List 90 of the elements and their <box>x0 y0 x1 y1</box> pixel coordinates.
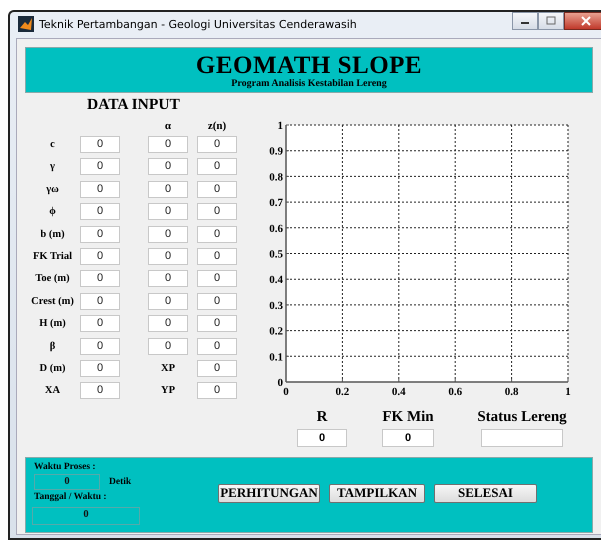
input-field[interactable]: 0 <box>148 136 188 154</box>
app-title: GEOMATH SLOPE <box>196 54 422 78</box>
close-icon <box>580 16 592 26</box>
field-label: D (m) <box>38 362 66 374</box>
field-label: H (m) <box>38 318 67 330</box>
y-tick-label: 0.8 <box>269 171 283 184</box>
field-label: γω <box>45 184 60 195</box>
input-field[interactable]: 0 <box>197 360 237 377</box>
calculate-button[interactable]: PERHITUNGAN <box>218 484 320 502</box>
column-header: z(n) <box>206 120 228 134</box>
field-label: XP <box>160 362 176 374</box>
input-field[interactable]: 0 <box>148 158 188 176</box>
finish-button[interactable]: SELESAI <box>434 484 537 502</box>
field-label: c <box>49 139 56 150</box>
input-field[interactable]: 0 <box>148 203 188 220</box>
input-field[interactable]: 0 <box>197 292 237 310</box>
output-field: 0 <box>32 507 140 525</box>
field-label: γ <box>49 161 56 172</box>
app-icon <box>18 16 34 32</box>
input-field[interactable]: 0 <box>197 203 237 220</box>
x-tick-label: 0.6 <box>448 386 462 398</box>
y-tick-label: 0 <box>278 377 283 389</box>
input-field[interactable]: 0 <box>80 248 120 266</box>
minimize-button[interactable] <box>512 12 538 30</box>
input-field[interactable]: 0 <box>80 292 120 310</box>
field-label: ϕ <box>48 206 57 218</box>
input-field[interactable]: 0 <box>197 338 237 355</box>
field-label: Toe (m) <box>34 273 71 284</box>
input-field[interactable]: 0 <box>148 270 188 288</box>
result-label: R <box>316 409 328 426</box>
input-field[interactable]: 0 <box>197 226 237 243</box>
input-field[interactable]: 0 <box>148 292 188 310</box>
y-tick-label: 0.4 <box>269 274 283 286</box>
field-label: Crest (m) <box>30 296 75 307</box>
result-label: Status Lereng <box>477 409 567 426</box>
input-field[interactable]: 0 <box>80 338 120 355</box>
result-label: FK Min <box>382 409 434 426</box>
x-tick-label: 0.4 <box>392 386 406 398</box>
input-field[interactable]: 0 <box>80 136 120 154</box>
display-button[interactable]: TAMPILKAN <box>329 484 425 502</box>
maximize-button[interactable] <box>538 12 564 30</box>
input-field[interactable]: 0 <box>148 248 188 266</box>
column-header: α <box>164 120 172 134</box>
input-field[interactable]: 0 <box>80 203 120 220</box>
input-field[interactable]: 0 <box>197 136 237 154</box>
input-field[interactable]: 0 <box>80 226 120 243</box>
y-tick-label: 0.5 <box>269 248 283 260</box>
field-label: XA <box>44 385 62 396</box>
section-title: DATA INPUT <box>87 97 180 113</box>
field-label: FK Trial <box>32 251 73 262</box>
app-subtitle: Program Analisis Kestabilan Lereng <box>231 78 387 89</box>
y-tick-label: 1 <box>278 120 283 132</box>
y-tick-label: 0.3 <box>269 300 283 312</box>
output-field: 0 <box>34 474 100 490</box>
input-field[interactable]: 0 <box>148 226 188 243</box>
input-field[interactable]: 0 <box>80 382 120 400</box>
x-tick-label: 1 <box>565 386 571 398</box>
input-field[interactable]: 0 <box>80 158 120 176</box>
field-label: YP <box>160 385 176 396</box>
input-field[interactable]: 0 <box>148 315 188 332</box>
input-field[interactable]: 0 <box>197 315 237 332</box>
maximize-icon <box>545 16 557 26</box>
x-tick-label: 0.2 <box>336 386 350 398</box>
input-field[interactable]: 0 <box>80 270 120 288</box>
close-button[interactable] <box>564 12 601 30</box>
input-field[interactable]: 0 <box>148 180 188 198</box>
input-field[interactable]: 0 <box>80 360 120 377</box>
output-field: 0 <box>297 429 347 447</box>
y-tick-label: 0.2 <box>269 326 283 338</box>
field-label: b (m) <box>39 228 66 240</box>
input-field[interactable]: 0 <box>148 338 188 355</box>
y-tick-label: 0.6 <box>269 222 283 235</box>
field-label: Tanggal / Waktu : <box>34 492 108 503</box>
input-field[interactable]: 0 <box>80 180 120 198</box>
input-field[interactable]: 0 <box>80 315 120 332</box>
field-label: β <box>48 340 56 352</box>
input-field[interactable]: 0 <box>197 248 237 266</box>
window-title: Teknik Pertambangan - Geologi Universitas Cenderawasih <box>39 18 357 30</box>
input-field[interactable]: 0 <box>197 180 237 198</box>
input-field[interactable]: 0 <box>197 158 237 176</box>
y-tick-label: 0.9 <box>269 146 283 158</box>
unit-label: Detik <box>109 476 132 488</box>
field-label: Waktu Proses : <box>34 462 97 473</box>
x-tick-label: 0.8 <box>504 386 518 398</box>
y-tick-label: 0.7 <box>269 197 283 210</box>
input-field[interactable]: 0 <box>197 382 237 400</box>
y-tick-label: 0.1 <box>269 351 283 364</box>
x-tick-label: 0 <box>283 386 289 398</box>
output-field: 0 <box>382 429 434 447</box>
input-field[interactable]: 0 <box>197 270 237 288</box>
